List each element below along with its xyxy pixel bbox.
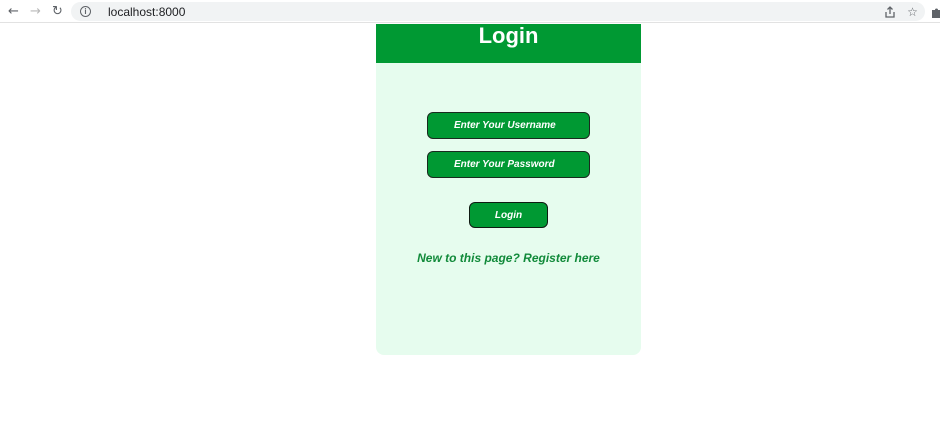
info-icon[interactable]: i: [80, 6, 91, 17]
share-icon[interactable]: [881, 3, 898, 20]
login-card: Login Login New to this page? Register h…: [376, 24, 641, 355]
back-icon[interactable]: ←: [5, 3, 22, 20]
username-input[interactable]: [427, 112, 590, 139]
puzzle-icon[interactable]: [928, 3, 940, 20]
address-bar[interactable]: i localhost:8000 ☆: [71, 2, 925, 21]
page-title: Login: [478, 24, 539, 48]
reload-icon[interactable]: ↻: [49, 3, 66, 20]
password-input[interactable]: [427, 151, 590, 178]
register-link[interactable]: New to this page? Register here: [376, 251, 641, 265]
login-button[interactable]: Login: [469, 202, 548, 228]
forward-icon[interactable]: →: [27, 3, 44, 20]
browser-toolbar: ← → ↻ i localhost:8000 ☆: [0, 0, 940, 23]
login-header: Login: [376, 24, 641, 63]
star-icon[interactable]: ☆: [904, 3, 921, 20]
url-text[interactable]: localhost:8000: [108, 5, 185, 19]
